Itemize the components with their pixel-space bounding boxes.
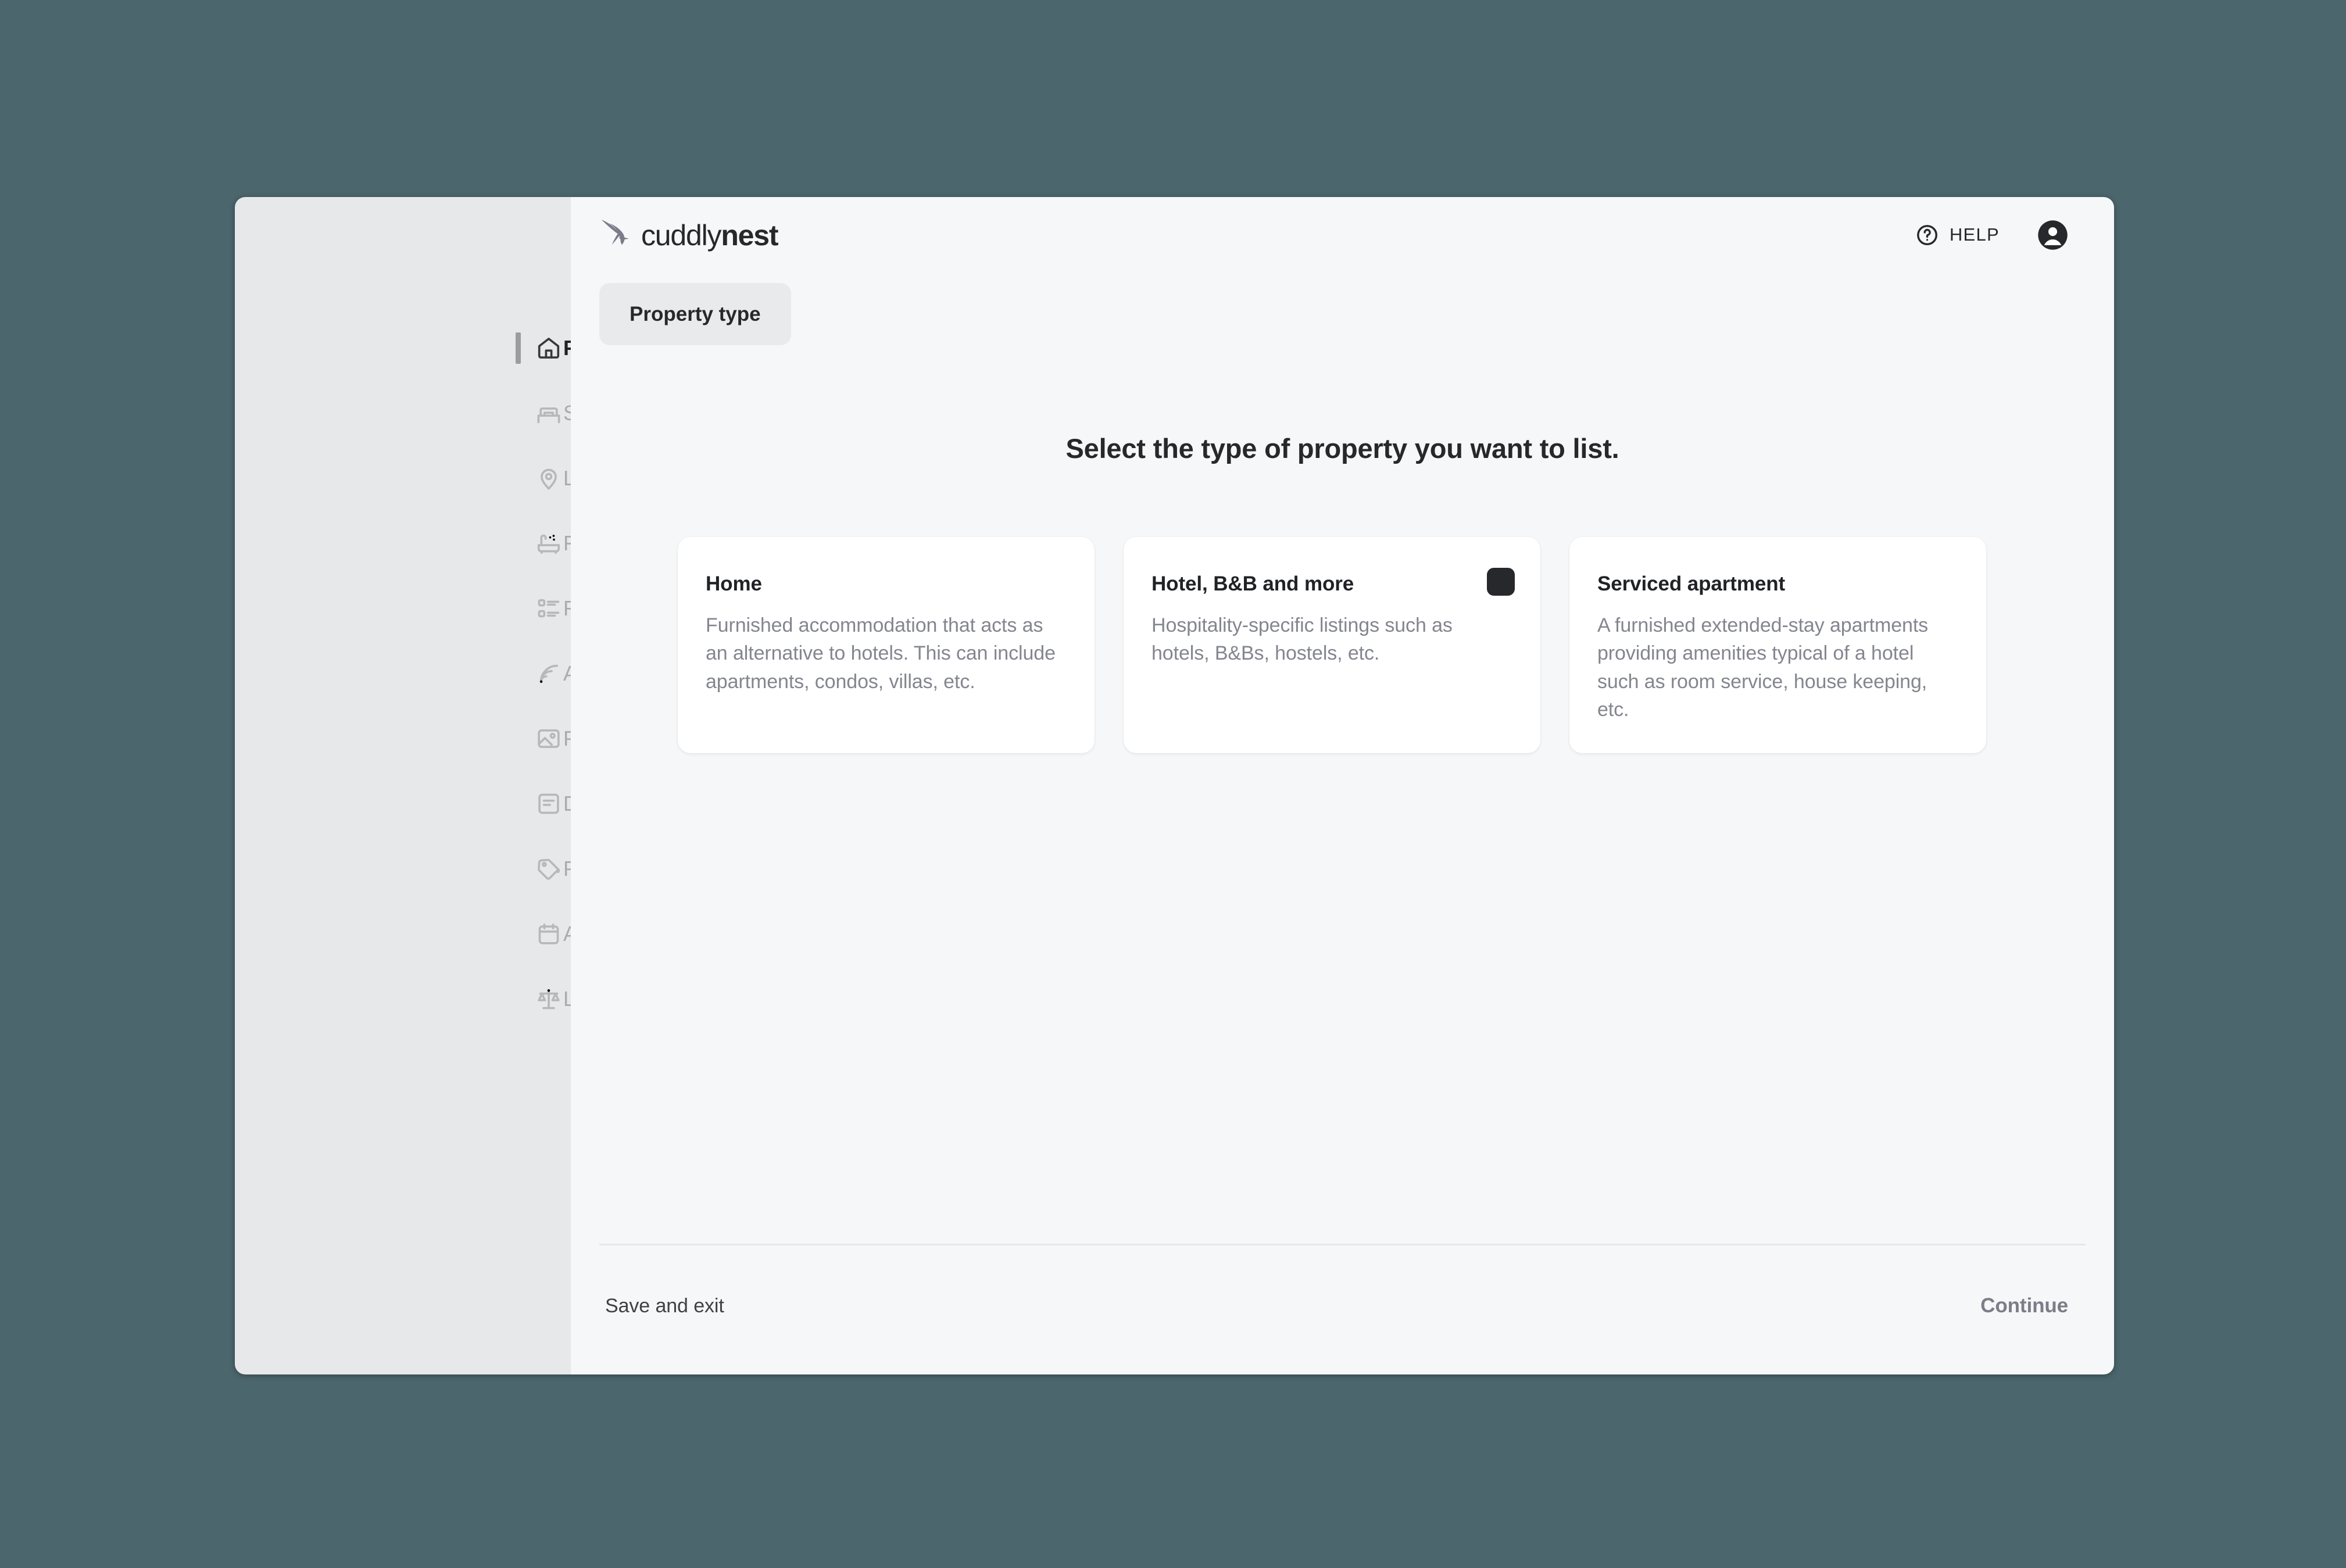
- sidebar-item-pricing[interactable]: Pricing: [235, 836, 628, 901]
- tab-strip: Property type: [571, 266, 2114, 345]
- wifi-icon: [535, 660, 562, 687]
- footer-divider: [599, 1244, 2086, 1245]
- sidebar-item-rules[interactable]: Rules: [235, 576, 617, 641]
- app-window: Property type Sleeping: [235, 197, 2114, 1374]
- bathtub-icon: [535, 530, 562, 557]
- property-type-card-home[interactable]: Home Furnished accommodation that acts a…: [678, 537, 1095, 753]
- calendar-icon: [535, 921, 562, 947]
- help-button[interactable]: HELP: [1915, 223, 2000, 247]
- selected-checkbox-icon[interactable]: [1487, 568, 1515, 596]
- hummingbird-icon: [599, 217, 633, 253]
- property-type-card-list: Home Furnished accommodation that acts a…: [571, 537, 2114, 753]
- sidebar-item-facilities[interactable]: Facilities: [235, 511, 645, 576]
- sidebar-item-amenities[interactable]: Amenities: [235, 641, 656, 706]
- sidebar-item-property-type[interactable]: Property type: [235, 316, 699, 381]
- main-panel: cuddlynest HELP Property type Select the…: [571, 197, 2114, 1374]
- card-title: Serviced apartment: [1597, 572, 1786, 595]
- sidebar-item-location[interactable]: Location: [235, 446, 643, 511]
- sidebar-item-local-regulations[interactable]: Local regulations: [235, 966, 723, 1032]
- page-title: Select the type of property you want to …: [1065, 433, 1619, 464]
- list-icon: [535, 595, 562, 622]
- help-label: HELP: [1949, 224, 2000, 245]
- sidebar-item-photos[interactable]: Photos: [235, 706, 629, 771]
- brand-name-bold: nest: [721, 219, 778, 252]
- card-title: Home: [706, 572, 762, 595]
- sidebar-item-availability[interactable]: Availability: [235, 901, 663, 966]
- account-avatar-icon[interactable]: [2037, 219, 2069, 251]
- sidebar-item-description[interactable]: Description: [235, 771, 668, 836]
- property-type-card-serviced-apartment[interactable]: Serviced apartment A furnished extended-…: [1569, 537, 1986, 753]
- home-icon: [535, 335, 562, 361]
- footer: Save and exit Continue: [571, 1244, 2114, 1318]
- map-pin-icon: [535, 465, 562, 492]
- sidebar-item-sleeping[interactable]: Sleeping: [235, 381, 645, 446]
- save-and-exit-button[interactable]: Save and exit: [605, 1295, 724, 1318]
- sidebar-nav: Property type Sleeping: [235, 316, 723, 1032]
- card-title: Hotel, B&B and more: [1151, 572, 1354, 595]
- card-description: A furnished extended-stay apartments pro…: [1597, 614, 1929, 721]
- document-icon: [535, 790, 562, 817]
- header-actions: HELP: [1915, 219, 2069, 251]
- brand-name: cuddlynest: [641, 219, 779, 252]
- brand-name-light: cuddly: [641, 219, 722, 252]
- scales-icon: [535, 986, 562, 1012]
- app-header: cuddlynest HELP: [571, 197, 2114, 266]
- card-description: Furnished accommodation that acts as an …: [706, 614, 1056, 693]
- property-type-card-hotel[interactable]: Hotel, B&B and more Hospitality-specific…: [1124, 537, 1540, 753]
- tab-property-type[interactable]: Property type: [599, 283, 791, 345]
- footer-actions: Save and exit Continue: [599, 1294, 2086, 1318]
- question-circle-icon: [1915, 223, 1939, 247]
- active-indicator: [516, 332, 521, 364]
- continue-button[interactable]: Continue: [1980, 1294, 2068, 1318]
- content-area: Select the type of property you want to …: [571, 345, 2114, 1244]
- image-icon: [535, 725, 562, 752]
- card-description: Hospitality-specific listings such as ho…: [1151, 614, 1453, 665]
- bed-icon: [535, 400, 562, 427]
- sidebar: Property type Sleeping: [235, 197, 723, 1374]
- price-tag-icon: [535, 855, 562, 882]
- brand-logo[interactable]: cuddlynest: [599, 217, 779, 253]
